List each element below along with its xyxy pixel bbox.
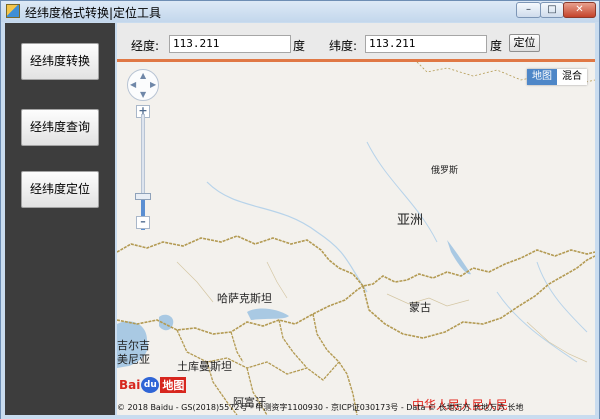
kazakhstan-label: 哈萨克斯坦 bbox=[217, 292, 272, 305]
sidebar: 经纬度转换 经纬度查询 经纬度定位 bbox=[5, 23, 115, 415]
zoom-out-button[interactable]: – bbox=[136, 216, 150, 229]
russia-label: 俄罗斯 bbox=[431, 166, 459, 176]
latitude-label: 纬度: bbox=[329, 39, 358, 53]
app-icon bbox=[6, 4, 20, 18]
window-title: 经纬度格式转换|定位工具 bbox=[25, 6, 162, 20]
map-type-hybrid-button[interactable]: 混合 bbox=[557, 69, 587, 85]
mongolia-label: 蒙古 bbox=[409, 301, 431, 314]
pan-control[interactable]: ▲ ▼ ◀ ▶ bbox=[127, 69, 159, 101]
locate-button[interactable]: 定位 bbox=[509, 34, 540, 52]
close-button[interactable]: ✕ bbox=[563, 2, 596, 18]
window-bottom-border bbox=[1, 415, 599, 419]
armenia-label: 美尼亚 bbox=[117, 353, 150, 366]
convert-coordinates-button[interactable]: 经纬度转换 bbox=[21, 43, 99, 80]
query-coordinates-button[interactable]: 经纬度查询 bbox=[21, 109, 99, 146]
baidu-map-logo[interactable]: Bai du 地图 bbox=[119, 375, 187, 395]
longitude-label: 经度: bbox=[131, 39, 160, 53]
longitude-input[interactable]: 113.211 bbox=[169, 35, 291, 53]
longitude-unit: 度 bbox=[293, 39, 306, 53]
maximize-button[interactable]: □ bbox=[540, 2, 564, 18]
baidu-paw-icon: du bbox=[141, 377, 160, 393]
map-view[interactable]: 地图 混合 ▲ ▼ ◀ ▶ + – 俄罗斯 亚洲 哈萨克斯坦 蒙古 吉尔吉 美尼… bbox=[117, 62, 595, 415]
zoom-slider-handle[interactable] bbox=[135, 193, 151, 200]
latitude-input[interactable]: 113.211 bbox=[365, 35, 487, 53]
latitude-unit: 度 bbox=[490, 39, 503, 53]
coordinate-toolbar: 经度: 113.211 度 纬度: 113.211 度 定位 bbox=[117, 23, 595, 62]
pan-left-icon[interactable]: ◀ bbox=[130, 81, 136, 89]
locate-coordinates-button[interactable]: 经纬度定位 bbox=[21, 171, 99, 208]
app-window: 经纬度格式转换|定位工具 – □ ✕ 经纬度转换 经纬度查询 经纬度定位 经度:… bbox=[0, 0, 600, 419]
asia-label: 亚洲 bbox=[397, 213, 424, 228]
minimize-button[interactable]: – bbox=[516, 2, 541, 18]
pan-up-icon[interactable]: ▲ bbox=[140, 72, 146, 80]
map-type-map-button[interactable]: 地图 bbox=[527, 69, 557, 85]
map-type-switch: 地图 混合 bbox=[527, 69, 587, 85]
turkmenistan-label: 土库曼斯坦 bbox=[177, 360, 232, 373]
title-bar[interactable]: 经纬度格式转换|定位工具 – □ ✕ bbox=[1, 1, 599, 22]
pan-down-icon[interactable]: ▼ bbox=[140, 91, 146, 99]
map-copyright: © 2018 Baidu - GS(2018)5572号 - 甲测资字11009… bbox=[117, 403, 524, 412]
pan-right-icon[interactable]: ▶ bbox=[150, 81, 156, 89]
